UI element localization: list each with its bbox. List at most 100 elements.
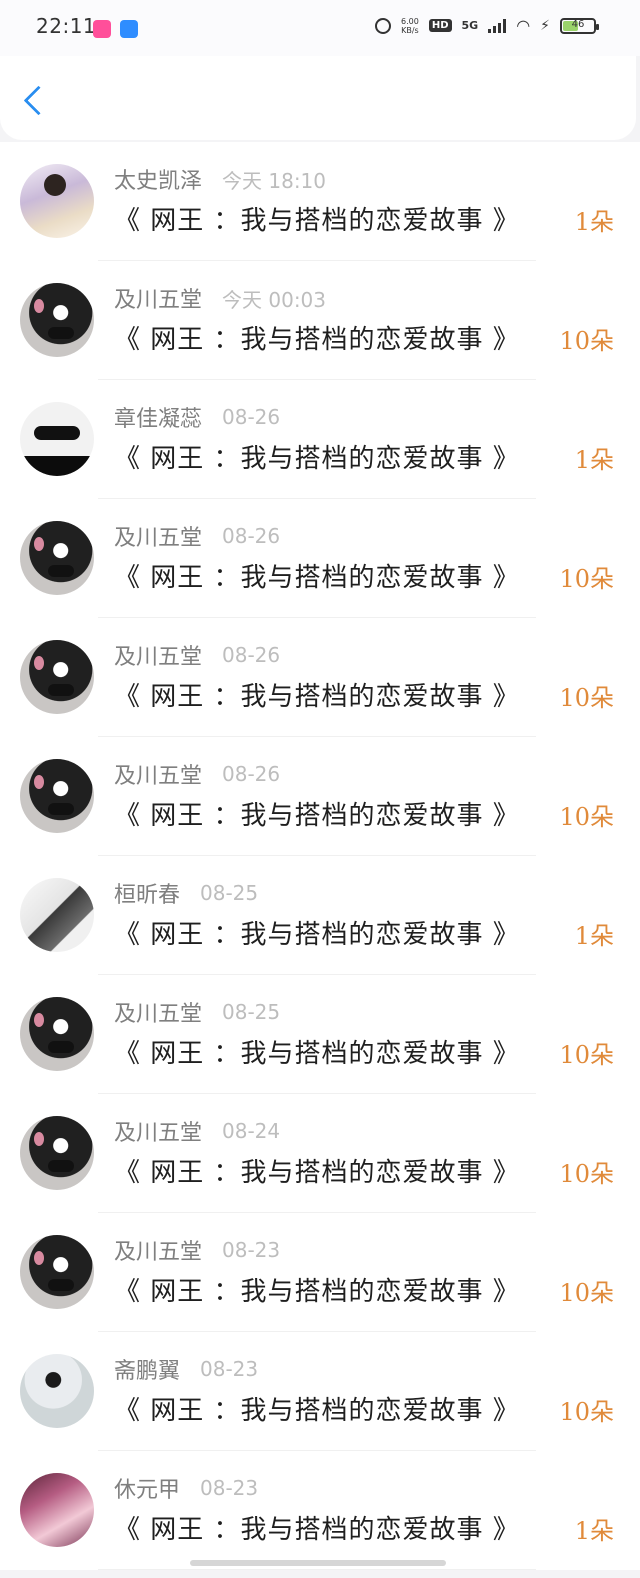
timestamp: 08-23 (222, 1238, 281, 1262)
network-speed-unit: KB/s (401, 25, 419, 35)
book-title: 《 网王 ：我与搭档的恋爱故事 》 (114, 920, 520, 950)
battery-icon: 46 (560, 17, 599, 34)
item-meta: 桓昕春 08-25 (114, 878, 258, 908)
list-item[interactable]: 斋鹏翼 08-23 《 网王 ：我与搭档的恋爱故事 》 10朵 (0, 1332, 640, 1451)
list-item[interactable]: 及川五堂 今天 00:03 《 网王 ：我与搭档的恋爱故事 》 10朵 (0, 261, 640, 380)
avatar[interactable] (20, 1473, 94, 1547)
avatar[interactable] (20, 1116, 94, 1190)
timestamp: 08-26 (222, 762, 281, 786)
book-title: 《 网王 ：我与搭档的恋爱故事 》 (114, 682, 520, 712)
notification-app-icon (93, 20, 111, 38)
sender-name: 斋鹏翼 (114, 1359, 181, 1384)
item-meta: 及川五堂 08-24 (114, 1116, 280, 1146)
nav-bar (0, 56, 636, 140)
wifi-icon: ◠ (516, 16, 531, 35)
item-meta: 及川五堂 今天 00:03 (114, 283, 327, 314)
back-icon[interactable] (24, 88, 42, 106)
timestamp: 08-26 (222, 524, 281, 548)
timestamp: 08-23 (200, 1476, 259, 1500)
list-item[interactable]: 及川五堂 08-23 《 网王 ：我与搭档的恋爱故事 》 10朵 (0, 1213, 640, 1332)
book-title: 《 网王 ：我与搭档的恋爱故事 》 (114, 563, 520, 593)
sender-name: 休元甲 (114, 1478, 181, 1503)
timestamp: 08-25 (200, 881, 259, 905)
item-meta: 及川五堂 08-26 (114, 759, 280, 789)
timestamp: 今天 00:03 (222, 287, 327, 312)
clock: 22:11 (36, 14, 97, 38)
avatar[interactable] (20, 283, 94, 357)
book-title: 《 网王 ：我与搭档的恋爱故事 》 (114, 206, 520, 236)
sender-name: 及川五堂 (114, 1121, 203, 1146)
item-meta: 及川五堂 08-25 (114, 997, 280, 1027)
charging-icon: ⚡ (540, 17, 550, 34)
flower-count: 10朵 (559, 327, 614, 355)
flower-count: 1朵 (574, 446, 614, 474)
item-meta: 及川五堂 08-23 (114, 1235, 280, 1265)
flower-count: 10朵 (559, 1041, 614, 1069)
avatar[interactable] (20, 402, 94, 476)
flower-count: 10朵 (559, 1398, 614, 1426)
signal-icon (488, 18, 507, 33)
avatar[interactable] (20, 521, 94, 595)
battery-level: 46 (571, 18, 585, 30)
sender-name: 及川五堂 (114, 645, 203, 670)
list-item[interactable]: 章佳凝蕊 08-26 《 网王 ：我与搭档的恋爱故事 》 1朵 (0, 380, 640, 499)
status-icons: 6.00 KB/s HD 5G ◠ ⚡ 46 (375, 16, 599, 35)
book-title: 《 网王 ：我与搭档的恋爱故事 》 (114, 444, 520, 474)
avatar[interactable] (20, 1235, 94, 1309)
book-title: 《 网王 ：我与搭档的恋爱故事 》 (114, 801, 520, 831)
flower-count: 10朵 (559, 1279, 614, 1307)
flower-count: 10朵 (559, 684, 614, 712)
hd-icon: HD (428, 19, 452, 32)
avatar[interactable] (20, 640, 94, 714)
list-item[interactable]: 及川五堂 08-25 《 网王 ：我与搭档的恋爱故事 》 10朵 (0, 975, 640, 1094)
network-speed-value: 6.00 (401, 16, 419, 26)
sender-name: 及川五堂 (114, 764, 203, 789)
network-type: 5G (461, 19, 479, 32)
flower-count: 1朵 (574, 1517, 614, 1545)
avatar[interactable] (20, 997, 94, 1071)
list-item[interactable]: 及川五堂 08-26 《 网王 ：我与搭档的恋爱故事 》 10朵 (0, 618, 640, 737)
list-item[interactable]: 及川五堂 08-24 《 网王 ：我与搭档的恋爱故事 》 10朵 (0, 1094, 640, 1213)
gift-record-list: 太史凯泽 今天 18:10 《 网王 ：我与搭档的恋爱故事 》 1朵 及川五堂 今天 00… (0, 142, 640, 1570)
sender-name: 及川五堂 (114, 1002, 203, 1027)
flower-count: 10朵 (559, 565, 614, 593)
home-indicator[interactable] (190, 1560, 446, 1566)
item-meta: 休元甲 08-23 (114, 1473, 258, 1503)
item-meta: 及川五堂 08-26 (114, 521, 280, 551)
list-item[interactable]: 桓昕春 08-25 《 网王 ：我与搭档的恋爱故事 》 1朵 (0, 856, 640, 975)
sender-name: 太史凯泽 (114, 169, 203, 194)
list-item[interactable]: 及川五堂 08-26 《 网王 ：我与搭档的恋爱故事 》 10朵 (0, 737, 640, 856)
flower-count: 10朵 (559, 803, 614, 831)
avatar[interactable] (20, 164, 94, 238)
timestamp: 08-26 (222, 405, 281, 429)
alarm-icon (375, 17, 392, 34)
timestamp: 08-24 (222, 1119, 281, 1143)
book-title: 《 网王 ：我与搭档的恋爱故事 》 (114, 1515, 520, 1545)
sender-name: 及川五堂 (114, 526, 203, 551)
flower-count: 1朵 (574, 922, 614, 950)
list-item[interactable]: 休元甲 08-23 《 网王 ：我与搭档的恋爱故事 》 1朵 (0, 1451, 640, 1570)
network-speed: 6.00 KB/s (401, 17, 419, 35)
book-title: 《 网王 ：我与搭档的恋爱故事 》 (114, 1277, 520, 1307)
list-item[interactable]: 太史凯泽 今天 18:10 《 网王 ：我与搭档的恋爱故事 》 1朵 (0, 142, 640, 261)
status-bar: 22:11 6.00 KB/s HD 5G ◠ ⚡ 46 (0, 0, 640, 56)
flower-count: 10朵 (559, 1160, 614, 1188)
book-title: 《 网王 ：我与搭档的恋爱故事 》 (114, 1039, 520, 1069)
avatar[interactable] (20, 759, 94, 833)
sender-name: 桓昕春 (114, 883, 181, 908)
item-meta: 太史凯泽 今天 18:10 (114, 164, 327, 195)
list-item[interactable]: 及川五堂 08-26 《 网王 ：我与搭档的恋爱故事 》 10朵 (0, 499, 640, 618)
timestamp: 08-26 (222, 643, 281, 667)
sender-name: 章佳凝蕊 (114, 407, 203, 432)
timestamp: 08-25 (222, 1000, 281, 1024)
avatar[interactable] (20, 878, 94, 952)
item-meta: 及川五堂 08-26 (114, 640, 280, 670)
flower-count: 1朵 (574, 208, 614, 236)
sender-name: 及川五堂 (114, 1240, 203, 1265)
sender-name: 及川五堂 (114, 288, 203, 313)
notification-app-icon-2 (120, 20, 138, 38)
avatar[interactable] (20, 1354, 94, 1428)
item-meta: 章佳凝蕊 08-26 (114, 402, 280, 432)
book-title: 《 网王 ：我与搭档的恋爱故事 》 (114, 1158, 520, 1188)
timestamp: 今天 18:10 (222, 168, 327, 193)
